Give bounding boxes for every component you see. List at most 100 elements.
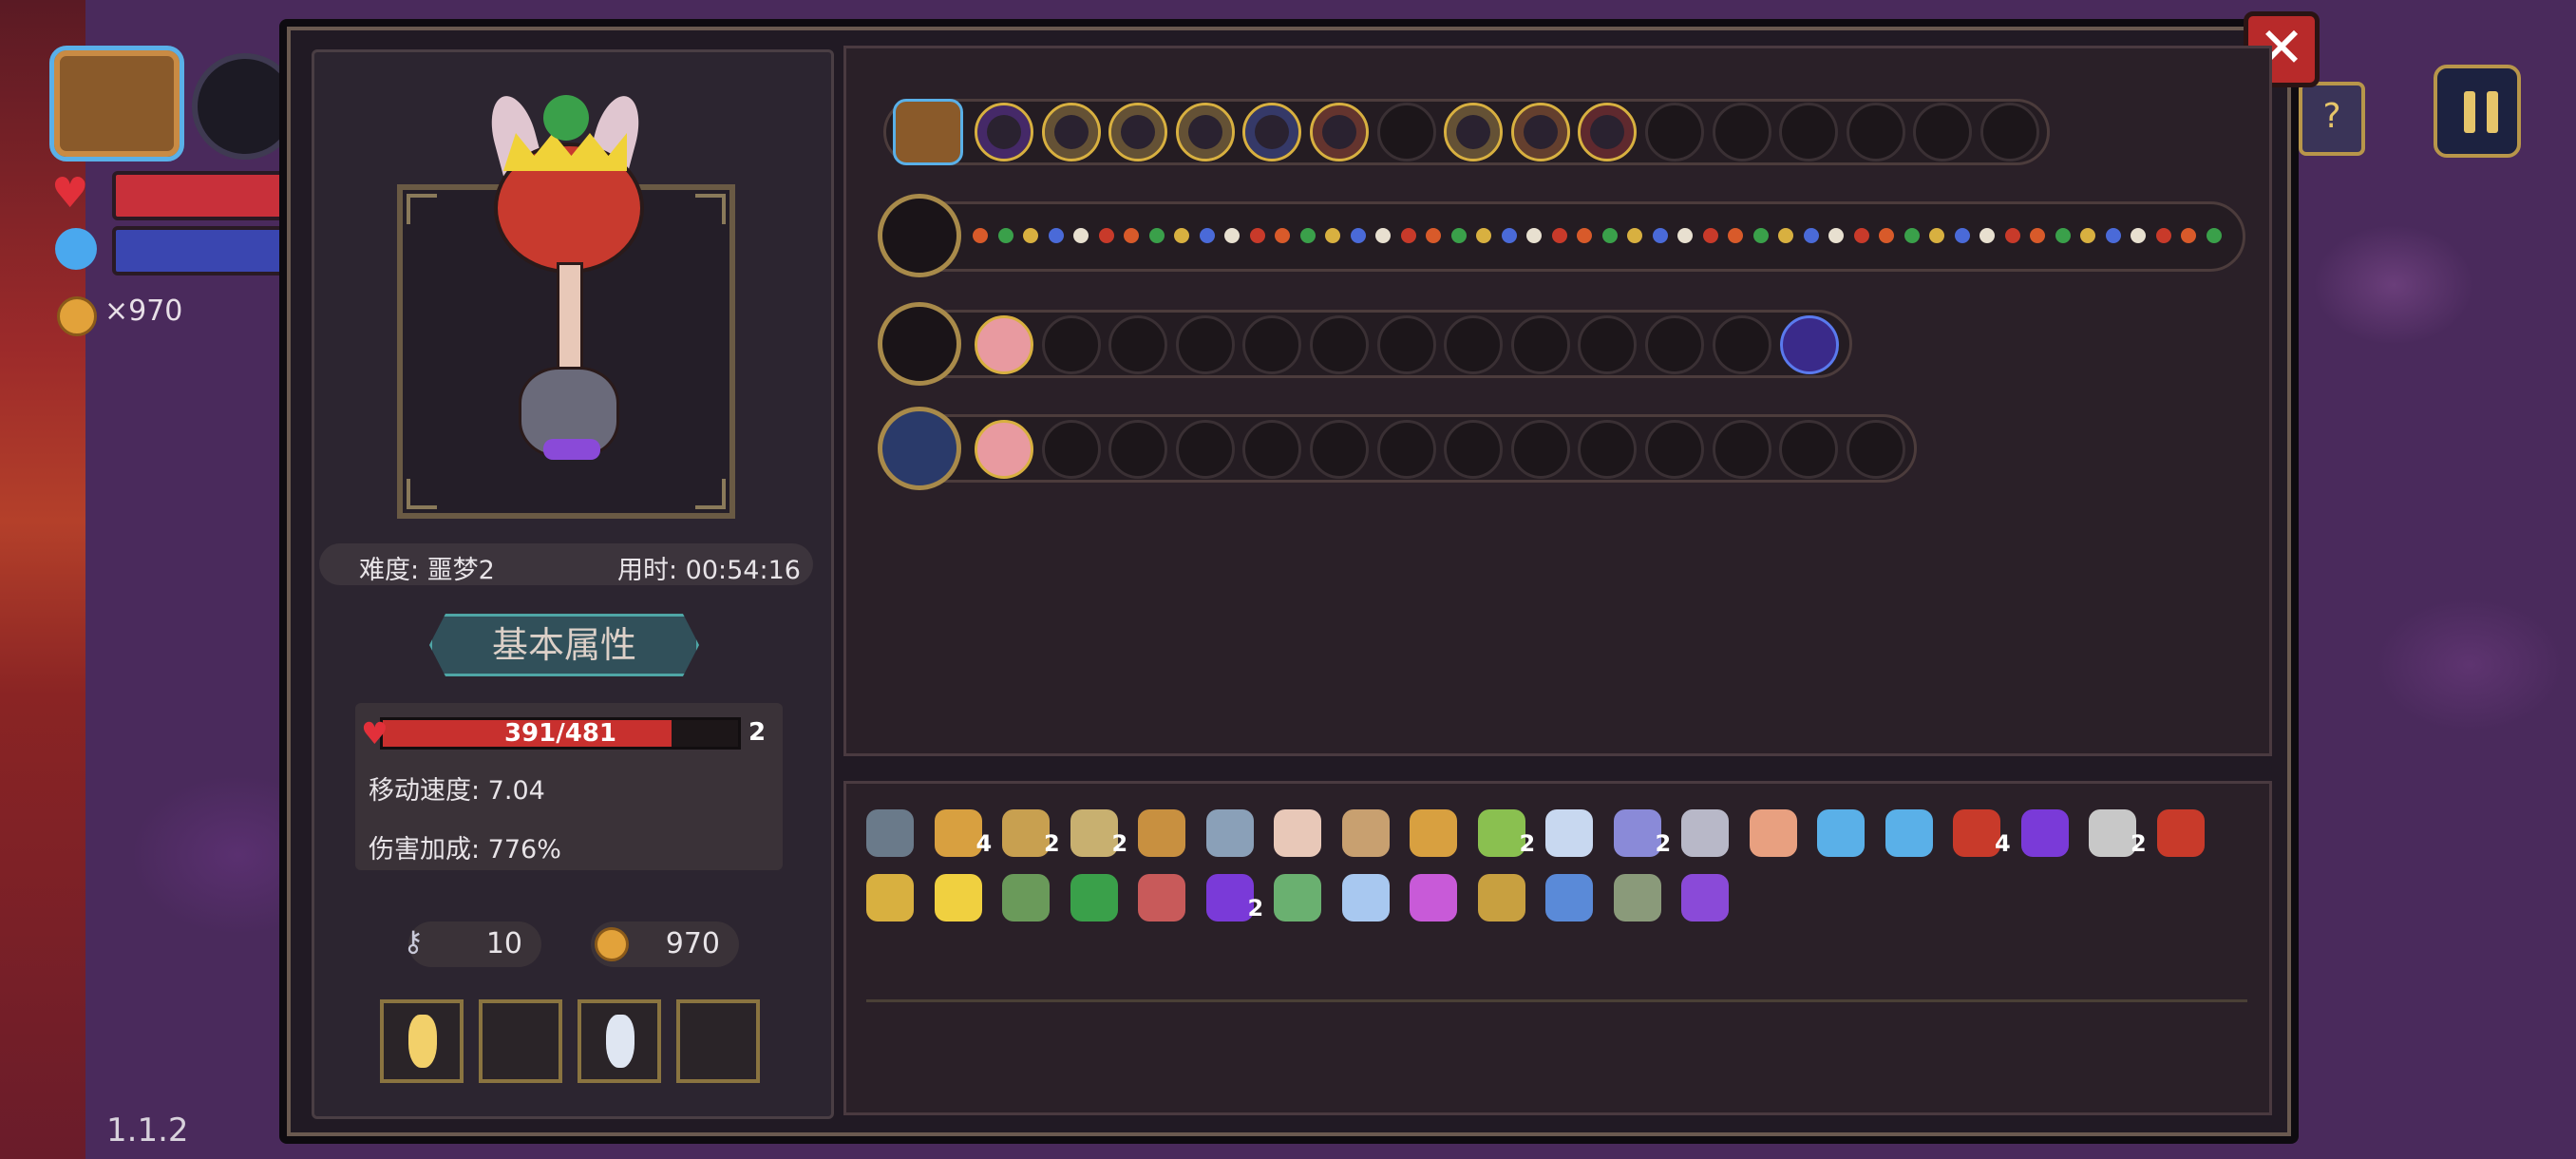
- weapon-mod-icon[interactable]: [1879, 228, 1894, 243]
- weapon-mod-icon[interactable]: [1526, 228, 1542, 243]
- item-icon[interactable]: [934, 874, 982, 922]
- weapon-mod-icon[interactable]: [1426, 228, 1441, 243]
- weapon-mod-icon[interactable]: [1652, 228, 1668, 243]
- chest-icon[interactable]: [893, 99, 963, 165]
- weapon-mod-icon[interactable]: [1174, 228, 1189, 243]
- lightning-mod-icon[interactable]: [1780, 315, 1839, 374]
- weapon-mod-icon[interactable]: [1299, 228, 1316, 243]
- item-icon[interactable]: [2089, 809, 2136, 857]
- item-icon[interactable]: [1410, 874, 1457, 922]
- weapon-mod-icon[interactable]: [1275, 228, 1290, 243]
- weapon-mod-icon[interactable]: [1249, 228, 1265, 243]
- spirit-mod-icon[interactable]: [975, 420, 1033, 479]
- weapon-mod-icon[interactable]: [1828, 228, 1844, 243]
- item-icon[interactable]: [1341, 809, 1390, 857]
- weapon-mod-icon[interactable]: [1148, 228, 1165, 243]
- item-icon[interactable]: [1205, 874, 1254, 922]
- weapon-mod-icon[interactable]: [997, 228, 1013, 243]
- weapon-mod-icon[interactable]: [2004, 228, 2020, 243]
- item-icon[interactable]: [1002, 874, 1050, 922]
- weapon-mod-icon[interactable]: [1098, 228, 1114, 243]
- item-icon[interactable]: [1205, 809, 1254, 857]
- item-icon[interactable]: [1002, 809, 1050, 857]
- item-icon[interactable]: [866, 809, 914, 857]
- item-icon[interactable]: [1138, 874, 1185, 922]
- item-icon[interactable]: [1681, 874, 1729, 922]
- weapon-mod-icon[interactable]: [1929, 228, 1944, 243]
- item-icon[interactable]: [1681, 809, 1729, 857]
- passive-skill-icon[interactable]: [1510, 103, 1570, 162]
- item-icon[interactable]: [1070, 809, 1118, 857]
- item-icon[interactable]: [1341, 874, 1390, 922]
- item-icon[interactable]: [1477, 809, 1525, 857]
- item-icon[interactable]: [1070, 874, 1118, 922]
- item-icon[interactable]: [1274, 874, 1321, 922]
- weapon-mod-icon[interactable]: [1350, 228, 1366, 243]
- item-icon[interactable]: [1410, 809, 1457, 857]
- item-icon[interactable]: [934, 809, 982, 857]
- item-icon[interactable]: [1477, 874, 1525, 922]
- item-icon[interactable]: [1274, 809, 1321, 857]
- weapon-mod-icon[interactable]: [2155, 228, 2171, 243]
- weapon-mod-icon[interactable]: [1601, 228, 1618, 243]
- potion-slot-3[interactable]: [578, 999, 661, 1083]
- pause-button[interactable]: [2434, 65, 2521, 158]
- weapon-mod-icon[interactable]: [1073, 228, 1089, 243]
- weapon-mod-icon[interactable]: [1476, 228, 1491, 243]
- passive-skill-icon[interactable]: [1108, 103, 1168, 162]
- weapon-mod-icon[interactable]: [1224, 228, 1240, 243]
- passive-skill-icon[interactable]: [1578, 103, 1638, 162]
- weapon-mod-icon[interactable]: [1728, 228, 1743, 243]
- passive-skill-icon[interactable]: [1444, 103, 1504, 162]
- weapon-mod-icon[interactable]: [2131, 228, 2146, 243]
- attributes-tab[interactable]: 基本属性: [429, 614, 699, 676]
- passive-skill-icon[interactable]: [1175, 103, 1235, 162]
- item-icon[interactable]: [1885, 809, 1933, 857]
- weapon-mod-icon[interactable]: [1501, 228, 1517, 243]
- weapon-mod-icon[interactable]: [1954, 228, 1970, 243]
- weapon-mod-icon[interactable]: [1778, 228, 1793, 243]
- weapon-mod-icon[interactable]: [1199, 228, 1215, 243]
- weapon-mod-icon[interactable]: [1904, 228, 1920, 243]
- item-icon[interactable]: [1138, 809, 1185, 857]
- weapon-mod-icon[interactable]: [1702, 228, 1718, 243]
- weapon-mod-icon[interactable]: [1627, 228, 1642, 243]
- weapon-mod-icon[interactable]: [1048, 228, 1064, 243]
- passive-skill-icon[interactable]: [1242, 103, 1302, 162]
- item-icon[interactable]: [2156, 809, 2205, 857]
- weapon-mod-icon[interactable]: [973, 228, 988, 243]
- weapon-mod-icon[interactable]: [1677, 228, 1693, 243]
- weapon-mod-icon[interactable]: [1853, 228, 1869, 243]
- passive-skill-icon[interactable]: [1310, 103, 1369, 162]
- passive-skill-icon[interactable]: [975, 103, 1033, 162]
- item-icon[interactable]: [1545, 874, 1593, 922]
- staff-weapon-icon[interactable]: [878, 194, 961, 277]
- item-icon[interactable]: [1613, 874, 1661, 922]
- weapon-mod-icon[interactable]: [2206, 228, 2222, 243]
- potion-slot-4[interactable]: [676, 999, 760, 1083]
- passive-skill-icon[interactable]: [1041, 103, 1101, 162]
- weapon-mod-icon[interactable]: [1979, 228, 1995, 243]
- weapon-mod-icon[interactable]: [1450, 228, 1467, 243]
- weapon-mod-icon[interactable]: [2055, 228, 2071, 243]
- weapon-mod-icon[interactable]: [2030, 228, 2045, 243]
- item-icon[interactable]: [2020, 809, 2069, 857]
- weapon-mod-icon[interactable]: [1400, 228, 1416, 243]
- item-icon[interactable]: [1953, 809, 2000, 857]
- item-icon[interactable]: [1749, 809, 1797, 857]
- spellbook-weapon-icon[interactable]: [878, 407, 961, 490]
- weapon-mod-icon[interactable]: [2105, 228, 2121, 243]
- sword-weapon-icon[interactable]: [878, 302, 961, 386]
- weapon-mod-icon[interactable]: [1752, 228, 1769, 243]
- spirit-mod-icon[interactable]: [975, 315, 1033, 374]
- potion-slot-1[interactable]: [380, 999, 464, 1083]
- potion-slot-2[interactable]: [479, 999, 562, 1083]
- weapon-mod-icon[interactable]: [2181, 228, 2196, 243]
- item-icon[interactable]: [1545, 809, 1593, 857]
- inventory-chest-icon[interactable]: [49, 46, 184, 162]
- item-icon[interactable]: [1817, 809, 1865, 857]
- weapon-mod-icon[interactable]: [1325, 228, 1340, 243]
- item-icon[interactable]: [866, 874, 914, 922]
- weapon-mod-icon[interactable]: [1375, 228, 1391, 243]
- weapon-mod-icon[interactable]: [1124, 228, 1139, 243]
